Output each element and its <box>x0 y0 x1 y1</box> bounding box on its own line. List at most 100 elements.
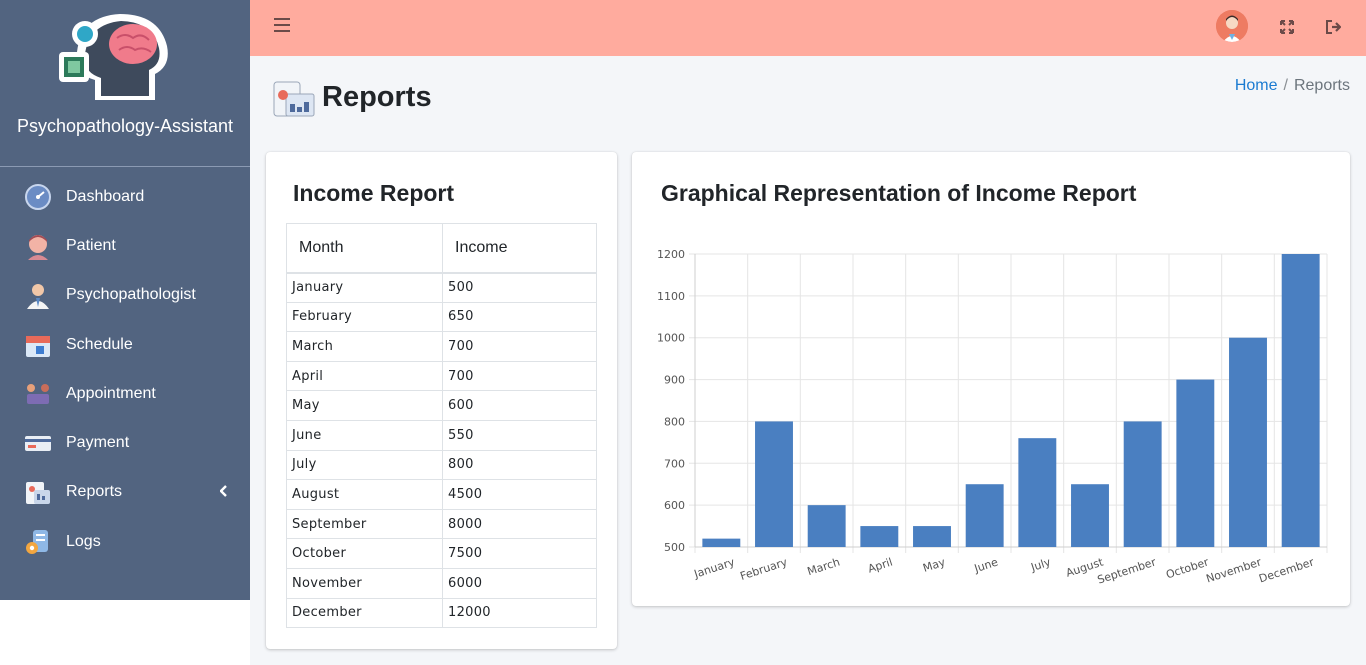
bar-august <box>1071 484 1109 547</box>
x-tick-label: March <box>806 555 842 578</box>
sidebar-item-psychopathologist[interactable]: Psychopathologist <box>0 271 250 320</box>
table-row: September 8000 <box>286 508 597 540</box>
reports-icon <box>24 478 52 506</box>
breadcrumb-current: Reports <box>1293 77 1350 94</box>
breadcrumb-home-link[interactable]: Home <box>1235 77 1278 94</box>
sidebar: Psychopathology-Assistant Dashboard Pati… <box>0 0 250 600</box>
sidebar-footer-blank <box>0 600 250 665</box>
month-cell: April <box>286 360 443 392</box>
income-cell: 8000 <box>442 508 597 540</box>
month-cell: February <box>286 301 443 333</box>
income-bar-chart: 500 600 700 800 900 1000 1100 1200 January Februa… <box>657 248 1328 587</box>
table-row: January 500 <box>286 272 597 303</box>
doctor-icon <box>24 281 52 310</box>
topbar <box>250 0 1366 56</box>
bar-february <box>755 421 793 547</box>
income-table: Month Income January 500 February 650 Marc… <box>286 223 597 629</box>
table-row: October 7500 <box>286 538 597 569</box>
y-tick-label: 1200 <box>657 248 685 261</box>
income-cell: 600 <box>442 390 597 421</box>
table-row: December 12000 <box>286 597 597 629</box>
bar-march <box>807 505 846 547</box>
table-row: July 800 <box>286 449 597 481</box>
x-tick-label: February <box>739 555 790 583</box>
income-cell: 550 <box>442 419 597 451</box>
y-tick-label: 1000 <box>657 332 685 345</box>
y-tick-label: 500 <box>664 541 685 554</box>
page-title: Reports <box>322 81 432 113</box>
x-tick-label: June <box>972 555 1000 575</box>
breadcrumb-separator: / <box>1283 77 1288 94</box>
reports-header-icon <box>272 80 316 120</box>
sidebar-item-label: Patient <box>66 236 116 254</box>
x-tick-label: December <box>1257 555 1316 585</box>
table-row: August 4500 <box>286 479 597 510</box>
chevron-left-icon[interactable] <box>219 484 228 500</box>
month-cell: August <box>286 479 443 510</box>
month-cell: November <box>286 567 443 599</box>
user-avatar[interactable] <box>1216 10 1248 42</box>
bar-july <box>1018 438 1057 547</box>
y-tick-label: 1100 <box>657 290 685 303</box>
y-tick-label: 800 <box>664 415 685 428</box>
income-cell: 12000 <box>442 597 597 629</box>
sidebar-item-dashboard[interactable]: Dashboard <box>0 172 250 221</box>
bar-may <box>913 526 951 547</box>
x-tick-label: October <box>1164 555 1210 581</box>
sidebar-item-label: Logs <box>66 532 101 550</box>
bar-november <box>1229 337 1267 547</box>
sidebar-item-reports[interactable]: Reports <box>0 468 250 517</box>
income-report-title: Income Report <box>293 180 455 206</box>
income-cell: 500 <box>442 272 597 303</box>
sidebar-item-appointment[interactable]: Appointment <box>0 369 250 418</box>
month-cell: July <box>286 449 443 481</box>
x-tick-label: September <box>1096 555 1158 586</box>
logs-gear-icon <box>24 528 52 556</box>
y-tick-label: 700 <box>664 457 685 470</box>
x-tick-label: May <box>921 555 947 575</box>
sidebar-item-label: Payment <box>66 434 130 452</box>
month-cell: January <box>286 272 443 303</box>
bar-june <box>965 484 1004 547</box>
month-cell: March <box>286 331 443 362</box>
table-row: April 700 <box>286 360 597 392</box>
sidebar-item-label: Psychopathologist <box>66 286 196 304</box>
sidebar-item-label: Dashboard <box>66 187 145 205</box>
table-row: November 6000 <box>286 567 597 599</box>
x-tick-label: April <box>866 555 894 575</box>
bar-december <box>1281 254 1320 547</box>
sidebar-item-logs[interactable]: Logs <box>0 517 250 566</box>
brand[interactable]: Psychopathology-Assistant <box>0 0 250 167</box>
table-row: May 600 <box>286 390 597 421</box>
column-header-month: Month <box>286 223 443 274</box>
sidebar-item-schedule[interactable]: Schedule <box>0 320 250 369</box>
table-header-row: Month Income <box>286 223 597 274</box>
menu-icon[interactable] <box>274 18 290 34</box>
month-cell: May <box>286 390 443 421</box>
month-cell: December <box>286 597 443 629</box>
x-tick-label: January <box>692 555 737 581</box>
column-header-income: Income <box>442 223 597 274</box>
bar-january <box>702 538 741 547</box>
table-row: February 650 <box>286 301 597 333</box>
logout-icon[interactable] <box>1325 19 1342 35</box>
bar-september <box>1123 421 1162 547</box>
sidebar-item-label: Appointment <box>66 384 156 402</box>
dashboard-gauge-icon <box>24 183 52 211</box>
income-report-card: Income Report Month Income January 500 Fe… <box>266 152 617 649</box>
income-cell: 650 <box>442 301 597 333</box>
income-cell: 6000 <box>442 567 597 599</box>
sidebar-item-patient[interactable]: Patient <box>0 221 250 270</box>
brand-name: Psychopathology-Assistant <box>16 116 234 136</box>
income-cell: 700 <box>442 360 597 392</box>
table-row: June 550 <box>286 419 597 451</box>
y-tick-label: 600 <box>664 499 685 512</box>
month-cell: October <box>286 538 443 569</box>
sidebar-item-label: Schedule <box>66 335 133 353</box>
x-tick-label: July <box>1028 555 1052 574</box>
fullscreen-icon[interactable] <box>1279 19 1295 35</box>
y-tick-label: 900 <box>664 374 685 387</box>
bar-october <box>1176 379 1215 547</box>
sidebar-item-payment[interactable]: Payment <box>0 418 250 467</box>
calendar-icon <box>24 331 52 359</box>
